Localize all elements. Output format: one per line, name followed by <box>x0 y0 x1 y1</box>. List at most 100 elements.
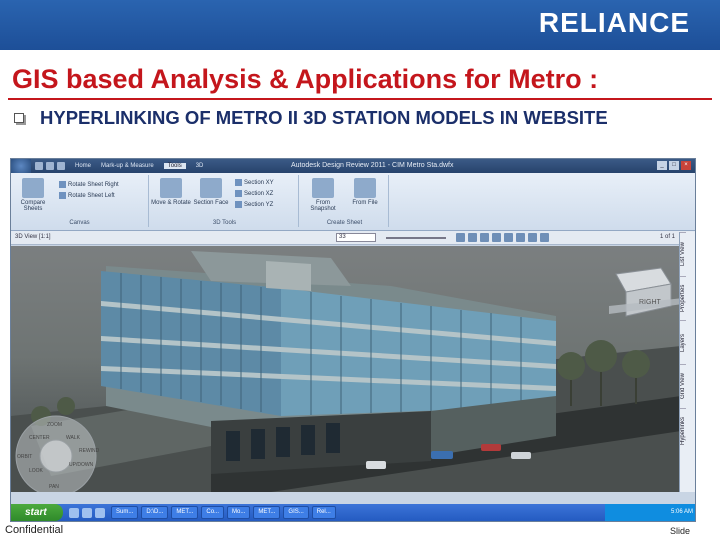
header-bar: RELIANCE <box>0 0 720 50</box>
from-file-button[interactable]: From File <box>345 178 385 206</box>
section-xz-button[interactable]: Section XZ <box>235 190 273 197</box>
tab-home[interactable]: Home <box>75 163 91 169</box>
wheel-orbit-label[interactable]: ORBIT <box>17 454 32 460</box>
taskbar-item[interactable]: GIS... <box>283 506 309 519</box>
side-panel-tabs: List View Properties Layers Grid View Hy… <box>679 232 695 492</box>
tab-tools[interactable]: Tools <box>163 163 186 169</box>
compare-sheets-button[interactable]: Compare Sheets <box>13 178 53 212</box>
tools-group-label: 3D Tools <box>212 220 237 226</box>
section-yz-icon <box>235 201 242 208</box>
canvas-group-label: Canvas <box>69 220 90 226</box>
quick-launch-outlook-icon[interactable] <box>95 507 105 518</box>
viewcube-label[interactable]: RIGHT <box>639 299 662 306</box>
slide-title: GIS based Analysis & Applications for Me… <box>12 64 599 94</box>
zoom-icon[interactable] <box>468 233 477 242</box>
slide-bullet-text: HYPERLINKING OF METRO II 3D STATION MODE… <box>40 107 608 128</box>
wheel-rewind-label[interactable]: REWIND <box>79 448 100 454</box>
create-group-label: Create Sheet <box>326 220 363 226</box>
wheel-look-label[interactable]: LOOK <box>29 468 44 474</box>
zoom-slider[interactable] <box>386 237 446 239</box>
navigation-tools <box>456 233 549 242</box>
section-face-button[interactable]: Section Face <box>191 178 231 206</box>
pan-icon[interactable] <box>480 233 489 242</box>
ribbon-tabs: Home Mark-up & Measure Tools 3D <box>75 163 203 169</box>
print-icon[interactable] <box>57 162 65 170</box>
window-controls: _ □ × <box>657 161 691 170</box>
quick-launch-desktop-icon[interactable] <box>82 507 92 518</box>
compare-icon <box>22 178 44 198</box>
side-tab-grid-view[interactable]: Grid View <box>680 364 686 408</box>
from-snapshot-button[interactable]: From Snapshot <box>303 178 343 212</box>
app-titlebar: Home Mark-up & Measure Tools 3D Autodesk… <box>11 159 695 173</box>
section-xy-icon <box>235 179 242 186</box>
taskbar-item[interactable]: Mo... <box>227 506 251 519</box>
section-face-icon <box>200 178 222 198</box>
side-tab-properties[interactable]: Properties <box>680 276 686 320</box>
move-rotate-label: Move & Rotate <box>151 200 191 206</box>
taskbar-item[interactable]: MET... <box>253 506 281 519</box>
quick-launch-ie-icon[interactable] <box>69 507 79 518</box>
side-tab-list-view[interactable]: List View <box>680 232 686 276</box>
side-tab-layers[interactable]: Layers <box>680 320 686 364</box>
measure-icon[interactable] <box>540 233 549 242</box>
wheel-zoom-label[interactable]: ZOOM <box>47 422 62 428</box>
system-tray-clock[interactable]: 5:06 AM <box>605 504 695 521</box>
save-icon[interactable] <box>46 162 54 170</box>
move-rotate-button[interactable]: Move & Rotate <box>151 178 191 206</box>
rotate-right-label: Rotate Sheet Right <box>68 181 119 188</box>
wheel-pan-label[interactable]: PAN <box>49 484 59 490</box>
taskbar-item[interactable]: MET... <box>171 506 199 519</box>
open-icon[interactable] <box>35 162 43 170</box>
title-divider <box>8 98 712 100</box>
section-yz-button[interactable]: Section YZ <box>235 201 273 208</box>
ribbon-group-3d-tools: Move & Rotate Section Face Section XY Se… <box>151 175 299 227</box>
quick-launch <box>69 507 105 518</box>
select-icon[interactable] <box>516 233 525 242</box>
app-menu-button[interactable] <box>11 159 31 173</box>
page-count: 1 of 1 <box>659 234 675 240</box>
ribbon-group-create-sheet: From Snapshot From File Create Sheet <box>301 175 389 227</box>
wheel-updown-label[interactable]: UP/DOWN <box>69 462 94 468</box>
tab-markup-measure[interactable]: Mark-up & Measure <box>101 163 154 169</box>
maximize-button[interactable]: □ <box>669 161 679 170</box>
from-snapshot-label: From Snapshot <box>310 200 336 212</box>
start-button[interactable]: start <box>11 504 63 521</box>
rotate-right-button[interactable]: Rotate Sheet Right <box>59 181 119 188</box>
tab-3d[interactable]: 3D <box>196 163 204 169</box>
section-yz-label: Section YZ <box>244 201 274 208</box>
rotate-left-icon <box>59 192 66 199</box>
view-toolbar: 3D View [1:1] 33 1 of 1 <box>11 231 695 245</box>
zoom-select[interactable]: 33 <box>336 233 376 242</box>
rotate-right-icon <box>59 181 66 188</box>
markup-icon[interactable] <box>528 233 537 242</box>
section-xy-label: Section XY <box>244 179 274 186</box>
design-review-screenshot: Home Mark-up & Measure Tools 3D Autodesk… <box>10 158 696 522</box>
from-file-label: From File <box>352 200 378 206</box>
view-name: 3D View [1:1] <box>15 234 51 240</box>
taskbar-item[interactable]: D:\D... <box>141 506 169 519</box>
file-icon <box>354 178 376 198</box>
taskbar-item[interactable]: Sum... <box>111 506 139 519</box>
minimize-button[interactable]: _ <box>657 161 667 170</box>
rotate-left-label: Rotate Sheet Left <box>68 192 115 199</box>
close-button[interactable]: × <box>681 161 691 170</box>
snapshot-icon <box>312 178 334 198</box>
wheel-center-label[interactable]: CENTER <box>29 435 50 441</box>
taskbar-item[interactable]: Co... <box>201 506 225 519</box>
walk-icon[interactable] <box>504 233 513 242</box>
move-rotate-icon <box>160 178 182 198</box>
footer-slide-label: Slide <box>669 526 690 536</box>
square-bullet-icon <box>14 113 24 123</box>
wheel-walk-label[interactable]: WALK <box>66 435 81 441</box>
taskbar-item[interactable]: Rel... <box>311 506 336 519</box>
taskbar-items: Sum... D:\D... MET... Co... Mo... MET...… <box>111 506 336 519</box>
fit-icon[interactable] <box>456 233 465 242</box>
window-title: Autodesk Design Review 2011 - CIM Metro … <box>291 162 454 169</box>
ribbon-panel: Compare Sheets Rotate Sheet Right Rotate… <box>11 173 695 231</box>
model-canvas[interactable]: RIGHT ZOOM CENTER WALK LOOK UP/DOWN PAN … <box>11 246 681 492</box>
rotate-left-button[interactable]: Rotate Sheet Left <box>59 192 115 199</box>
orbit-icon[interactable] <box>492 233 501 242</box>
section-xy-button[interactable]: Section XY <box>235 179 274 186</box>
section-face-label: Section Face <box>193 200 229 206</box>
side-tab-hyperlinks[interactable]: Hyperlinks <box>680 408 686 452</box>
